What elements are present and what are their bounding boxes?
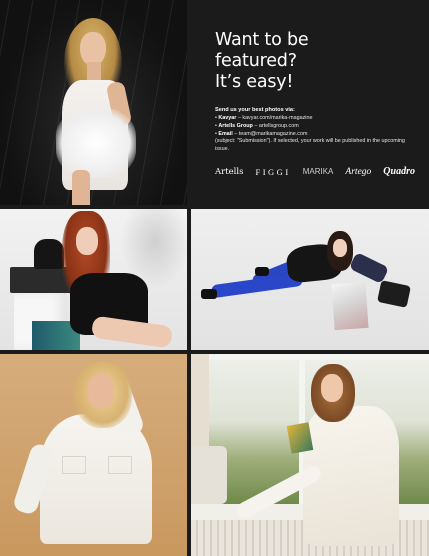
- headline: Want to be featured? It’s easy!: [215, 30, 309, 92]
- logo-marika: MARIKA: [302, 167, 334, 176]
- submission-channels: • Kavyar – kavyar.com/marika-magazine • …: [215, 115, 411, 138]
- photo-woman-white-dress: [0, 0, 187, 205]
- photo-woman-windowsill: [191, 354, 429, 556]
- submission-panel: Want to be featured? It’s easy! Send us …: [191, 0, 429, 205]
- photo-redhead-studio: [0, 209, 187, 350]
- submission-intro: Send us your best photos via:: [215, 107, 295, 113]
- channel-kavyar: • Kavyar – kavyar.com/marika-magazine: [215, 115, 313, 121]
- photo-woman-blue-tights: [191, 209, 429, 350]
- logo-quadro: Quadro: [383, 166, 415, 177]
- channel-email: • Email – team@marikamagazine.com: [215, 130, 308, 137]
- partner-logos: Artells FIGGI MARIKA Artego Quadro: [215, 166, 415, 177]
- submission-note: (subject: "Submission"). If selected, yo…: [215, 138, 405, 153]
- logo-artells: Artells: [215, 166, 244, 177]
- channel-artells: • Artells Group – artellsgroup.com: [215, 122, 299, 129]
- magazine-page: Want to be featured? It’s easy! Send us …: [0, 0, 429, 556]
- photo-blonde-white-jacket: [0, 354, 187, 556]
- logo-figgi: FIGGI: [255, 166, 291, 177]
- logo-artego: Artego: [345, 166, 372, 177]
